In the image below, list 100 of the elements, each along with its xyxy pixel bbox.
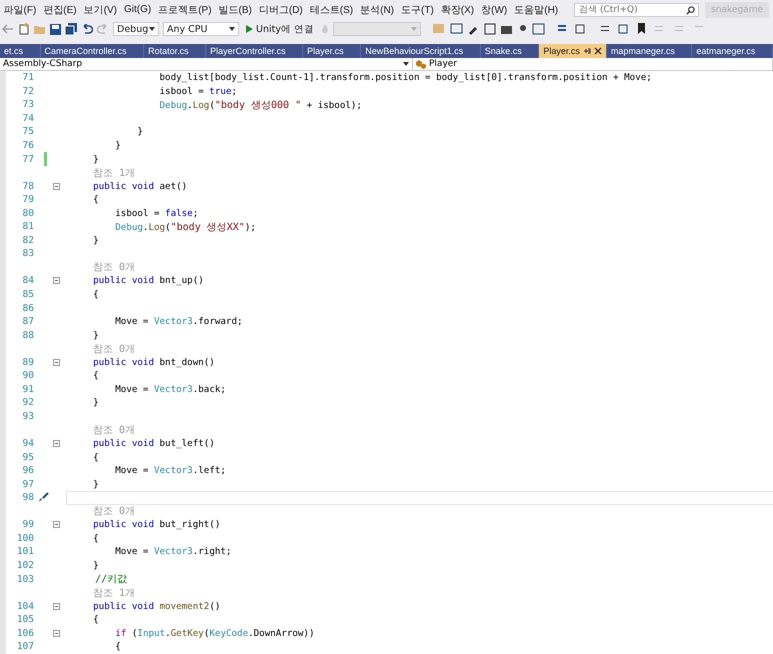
line-number: 73 bbox=[22, 99, 34, 110]
menu-item[interactable]: Git(G) bbox=[120, 4, 155, 15]
caret-icon bbox=[410, 27, 417, 31]
code-line: } bbox=[92, 478, 99, 490]
collapse-icon[interactable] bbox=[53, 521, 60, 528]
code-line: { bbox=[92, 194, 99, 206]
code-line: Move = Vector3.back; bbox=[114, 384, 226, 395]
code-line: Debug.Log("body 생성XX"); bbox=[114, 220, 256, 234]
line-number: 85 bbox=[22, 289, 34, 300]
collapse-icon[interactable] bbox=[53, 630, 60, 637]
menu-item[interactable]: 빌드(B) bbox=[215, 2, 256, 16]
code-line: { bbox=[92, 289, 99, 300]
code-line: Move = Vector3.left; bbox=[114, 465, 226, 476]
line-number: 76 bbox=[22, 140, 34, 151]
code-line: } bbox=[136, 126, 143, 138]
run-button[interactable]: Unity에 연결 bbox=[243, 22, 317, 36]
code-line: { bbox=[92, 532, 99, 544]
line-number: 94 bbox=[22, 438, 34, 450]
menu-item[interactable]: 창(W) bbox=[478, 2, 511, 16]
code-line: if (Input.GetKey(KeyCode.DownArrow)) bbox=[114, 628, 314, 639]
code-line: Debug.Log("body 생성000 " + isbool); bbox=[158, 98, 362, 112]
line-number: 102 bbox=[16, 560, 34, 571]
class-icon bbox=[416, 60, 426, 68]
pin-icon[interactable] bbox=[582, 47, 591, 55]
file-tab[interactable]: Player.cs bbox=[539, 44, 607, 58]
line-number: 95 bbox=[22, 452, 34, 463]
code-line: public void but_right() bbox=[92, 519, 220, 530]
menu-item[interactable]: 편집(E) bbox=[40, 2, 80, 16]
line-number: 72 bbox=[22, 86, 34, 97]
menu-item[interactable]: 도움말(H) bbox=[510, 2, 562, 16]
code-line: } bbox=[114, 140, 121, 151]
menu-item[interactable]: 파일(F) bbox=[0, 2, 40, 16]
type-dropdown[interactable]: Player bbox=[413, 58, 773, 70]
new-item-icon[interactable] bbox=[18, 23, 30, 35]
search-field[interactable]: 검색 (Ctrl+Q) bbox=[574, 2, 700, 16]
caret-icon[interactable] bbox=[149, 27, 155, 31]
collapse-icon[interactable] bbox=[53, 440, 60, 448]
code-line: Move = Vector3.forward; bbox=[114, 316, 243, 328]
line-number: 103 bbox=[16, 574, 34, 584]
code-line: } bbox=[92, 330, 99, 341]
code-line: } bbox=[92, 154, 99, 165]
line-number: 75 bbox=[22, 126, 34, 138]
line-number: 87 bbox=[22, 316, 34, 328]
play-icon bbox=[246, 25, 253, 33]
line-number: 84 bbox=[22, 275, 34, 286]
line-number: 90 bbox=[22, 370, 34, 382]
code-line: public void aet() bbox=[92, 180, 188, 192]
line-number: 100 bbox=[16, 532, 34, 544]
menu-item[interactable]: 테스트(S) bbox=[306, 2, 357, 16]
save-icon[interactable] bbox=[50, 24, 61, 34]
line-number: 99 bbox=[22, 519, 34, 530]
collapse-icon[interactable] bbox=[53, 358, 60, 366]
line-number: 91 bbox=[22, 384, 34, 395]
close-icon[interactable] bbox=[594, 47, 602, 55]
menu-item[interactable]: 보기(V) bbox=[80, 2, 120, 16]
code-line: { bbox=[114, 641, 121, 652]
line-number: 74 bbox=[22, 112, 34, 124]
collapse-icon[interactable] bbox=[53, 182, 60, 190]
line-number: 107 bbox=[16, 641, 34, 652]
menu-item[interactable]: 프로젝트(P) bbox=[154, 2, 216, 16]
project-dropdown[interactable]: Assembly-CSharp bbox=[0, 58, 413, 70]
line-number: 83 bbox=[22, 248, 34, 260]
code-line: Move = Vector3.right; bbox=[114, 546, 232, 558]
line-number: 86 bbox=[22, 302, 34, 314]
line-number: 78 bbox=[22, 180, 34, 192]
solution-name: snakegame bbox=[705, 2, 769, 18]
line-number: 81 bbox=[22, 221, 34, 232]
configuration-dropdown[interactable]: Debug bbox=[113, 22, 159, 36]
line-number: 92 bbox=[22, 397, 34, 408]
caret-icon[interactable] bbox=[229, 27, 235, 31]
platform-dropdown[interactable]: Any CPU bbox=[163, 22, 239, 36]
code-line: isbool = true; bbox=[158, 86, 237, 97]
menu-item[interactable]: 확장(X) bbox=[437, 2, 478, 16]
undo-icon[interactable] bbox=[81, 24, 93, 34]
save-all-icon[interactable] bbox=[65, 23, 77, 35]
line-number: 89 bbox=[22, 356, 34, 368]
code-line: isbool = false; bbox=[114, 208, 198, 219]
collapse-icon[interactable] bbox=[53, 277, 60, 284]
code-line: public void bnt_up() bbox=[92, 275, 204, 286]
code-line: public void bnt_down() bbox=[92, 356, 215, 368]
line-number: 71 bbox=[22, 72, 34, 84]
brush-icon[interactable] bbox=[38, 492, 49, 503]
menu-item[interactable]: 분석(N) bbox=[356, 2, 398, 16]
code-line: } bbox=[92, 234, 99, 246]
line-number: 104 bbox=[16, 600, 34, 612]
code-line: body_list[body_list.Count-1].transform.position = body_list[0].transform.position + Move; bbox=[158, 72, 652, 84]
menu-item[interactable]: 도구(T) bbox=[398, 2, 438, 16]
collapse-icon[interactable] bbox=[53, 602, 60, 610]
code-line: } bbox=[92, 397, 99, 408]
search-icon[interactable] bbox=[686, 6, 696, 14]
line-number: 96 bbox=[22, 465, 34, 476]
caret-icon[interactable] bbox=[403, 62, 409, 66]
line-number: 80 bbox=[22, 208, 34, 219]
code-line: public void movement2() bbox=[92, 600, 220, 612]
line-number: 98 bbox=[22, 492, 34, 504]
menu-item[interactable]: 디버그(D) bbox=[255, 2, 306, 16]
line-number: 77 bbox=[22, 154, 34, 165]
line-number: 79 bbox=[22, 194, 34, 206]
line-number: 106 bbox=[16, 628, 34, 639]
code-line: public void but_left() bbox=[92, 438, 215, 450]
